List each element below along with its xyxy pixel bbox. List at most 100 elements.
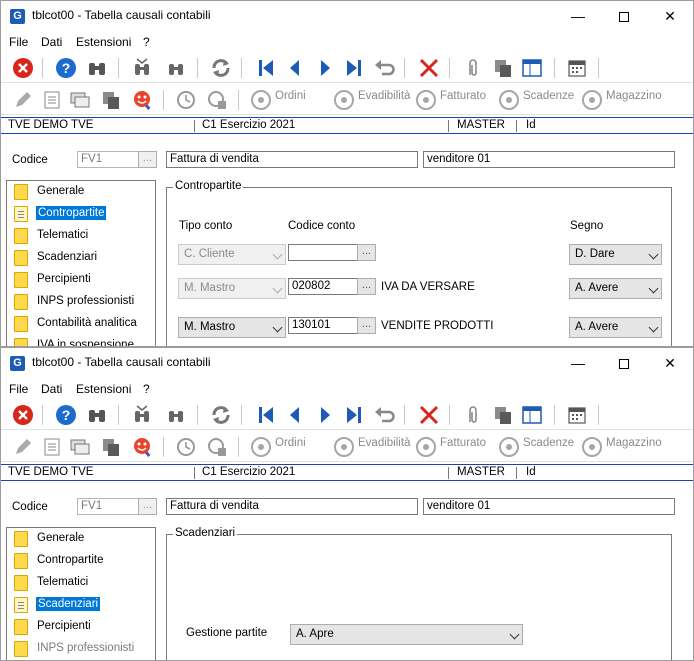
fatturato-button[interactable]: Fatturato [440,90,486,102]
binoculars-next-icon[interactable] [165,57,187,79]
row1-tipo-select[interactable]: C. Cliente [178,244,286,265]
minimize-button[interactable]: — [555,1,601,31]
records-icon[interactable] [69,89,91,111]
close-circle-red-icon[interactable] [12,57,34,79]
row3-codice-field[interactable]: 130101 [288,317,358,334]
ordini-button[interactable]: Ordini [275,90,306,102]
row1-codice-field[interactable] [288,244,358,261]
row2-tipo-select[interactable]: M. Mastro [178,278,286,299]
sidebar-item-telematici[interactable]: Telematici [9,225,149,247]
row2-codice-field[interactable]: 020802 [288,278,358,295]
menu-dati[interactable]: Dati [41,35,62,49]
menu-help[interactable]: ? [143,382,150,396]
magazzino-button[interactable]: Magazzino [606,90,662,102]
maximize-button[interactable] [601,348,647,378]
close-circle-red-icon[interactable] [12,404,34,426]
sidebar-item-scadenziari[interactable]: Scadenziari [9,247,149,269]
window-layout-icon[interactable] [521,57,543,79]
paperclip-icon[interactable] [462,57,484,79]
menu-file[interactable]: File [9,382,28,396]
row2-lookup-button[interactable]: ... [357,278,376,295]
row1-lookup-button[interactable]: ... [357,244,376,261]
binoculars-icon[interactable] [86,57,108,79]
codice-lookup-button[interactable]: ... [138,151,157,168]
delete-x-icon[interactable] [418,404,440,426]
first-record-icon[interactable] [255,57,277,79]
help-circle-blue-icon[interactable]: ? [55,57,77,79]
title-bar[interactable]: G tblcot00 - Tabella causali contabili —… [1,348,693,378]
previous-record-icon[interactable] [284,404,306,426]
evadibilita-button[interactable]: Evadibilità [358,90,410,102]
pencil-icon[interactable] [12,436,34,458]
binoculars-prev-icon[interactable] [131,57,153,79]
last-record-icon[interactable] [343,404,365,426]
sidebar-item-generale[interactable]: Generale [9,528,149,550]
document-list-icon[interactable] [41,436,63,458]
next-record-icon[interactable] [314,404,336,426]
sidebar-item-iva-sospensione[interactable]: IVA in sospensione [9,335,149,346]
close-window-button[interactable]: ✕ [647,348,693,378]
history-icon[interactable] [175,436,197,458]
help-circle-blue-icon[interactable]: ? [55,404,77,426]
menu-estensioni[interactable]: Estensioni [76,35,131,49]
codice-field[interactable]: FV1 [77,151,139,168]
scadenze-button[interactable]: Scadenze [523,90,574,102]
sidebar-item-contropartite[interactable]: Contropartite [9,550,149,572]
agent-field[interactable]: venditore 01 [423,151,675,168]
refresh-icon[interactable] [210,404,232,426]
magazzino-button[interactable]: Magazzino [606,437,662,449]
records-icon[interactable] [69,436,91,458]
menu-file[interactable]: File [9,35,28,49]
gestione-partite-select[interactable]: A. Apre [290,624,523,645]
title-bar[interactable]: G tblcot00 - Tabella causali contabili —… [1,1,693,31]
sidebar-item-inps[interactable]: INPS professionisti [9,291,149,313]
copy-gray-icon[interactable] [100,89,122,111]
scadenze-button[interactable]: Scadenze [523,437,574,449]
pencil-icon[interactable] [12,89,34,111]
sidebar-item-generale[interactable]: Generale [9,181,149,203]
paperclip-icon[interactable] [462,404,484,426]
fatturato-button[interactable]: Fatturato [440,437,486,449]
copy-icon[interactable] [492,57,514,79]
refresh-icon[interactable] [210,57,232,79]
last-record-icon[interactable] [343,57,365,79]
sidebar-item-scadenziari[interactable]: Scadenziari [9,594,149,616]
next-record-icon[interactable] [314,57,336,79]
undo-icon[interactable] [373,57,395,79]
row3-tipo-select[interactable]: M. Mastro [178,317,286,338]
description-field[interactable]: Fattura di vendita [166,498,418,515]
agent-field[interactable]: venditore 01 [423,498,675,515]
row3-segno-select[interactable]: A. Avere [569,317,662,338]
menu-help[interactable]: ? [143,35,150,49]
binoculars-next-icon[interactable] [165,404,187,426]
sidebar-item-percipienti[interactable]: Percipienti [9,269,149,291]
binoculars-icon[interactable] [86,404,108,426]
maximize-button[interactable] [601,1,647,31]
minimize-button[interactable]: — [555,348,601,378]
history-icon[interactable] [175,89,197,111]
row1-segno-select[interactable]: D. Dare [569,244,662,265]
description-field[interactable]: Fattura di vendita [166,151,418,168]
menu-estensioni[interactable]: Estensioni [76,382,131,396]
sidebar-item-telematici[interactable]: Telematici [9,572,149,594]
sidebar-item-contabilita-analitica[interactable]: Contabilità analitica [9,313,149,335]
magnifier-face-icon[interactable] [131,89,153,111]
copy-icon[interactable] [492,404,514,426]
ordini-button[interactable]: Ordini [275,437,306,449]
row3-lookup-button[interactable]: ... [357,317,376,334]
calendar-icon[interactable] [566,404,588,426]
previous-record-icon[interactable] [284,57,306,79]
document-list-icon[interactable] [41,89,63,111]
binoculars-prev-icon[interactable] [131,404,153,426]
sidebar-item-percipienti[interactable]: Percipienti [9,616,149,638]
delete-x-icon[interactable] [418,57,440,79]
sidebar-item-contropartite[interactable]: Contropartite [9,203,149,225]
calendar-icon[interactable] [566,57,588,79]
close-window-button[interactable]: ✕ [647,1,693,31]
window-layout-icon[interactable] [521,404,543,426]
magnifier-face-icon[interactable] [131,436,153,458]
history-doc-icon[interactable] [206,436,228,458]
first-record-icon[interactable] [255,404,277,426]
evadibilita-button[interactable]: Evadibilità [358,437,410,449]
copy-gray-icon[interactable] [100,436,122,458]
